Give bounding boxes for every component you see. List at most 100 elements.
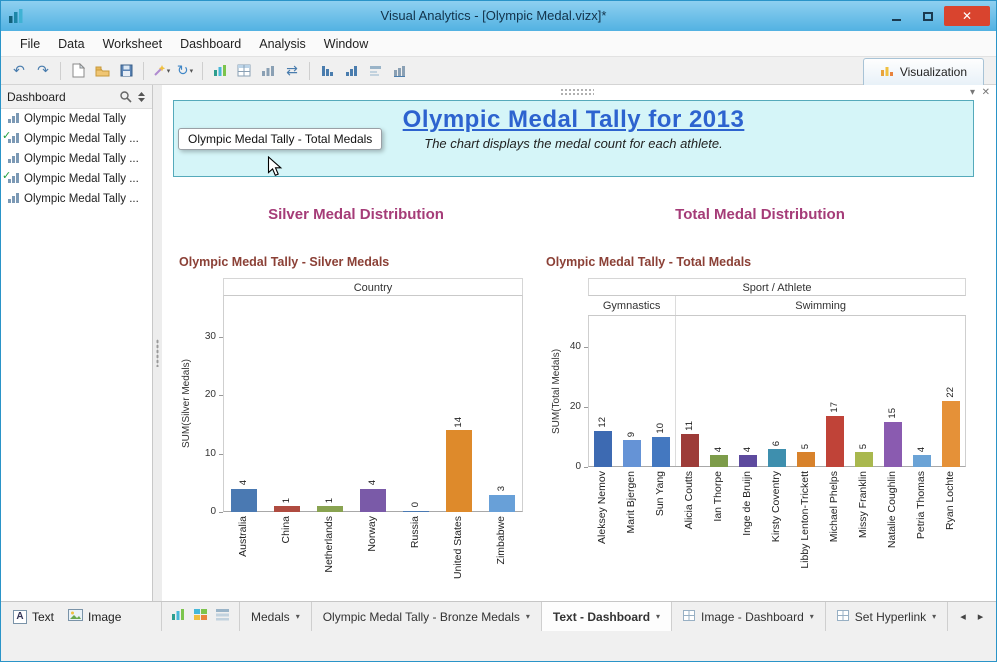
sidebar-item[interactable]: ✓ Olympic Medal Tally ...: [1, 129, 152, 149]
sidebar-item[interactable]: Olympic Medal Tally: [1, 109, 152, 129]
tab-text-dashboard[interactable]: Text - Dashboard ▾: [541, 602, 673, 631]
bar-ryan-lochte[interactable]: [942, 401, 961, 467]
bar-inge-de-bruijn[interactable]: [738, 455, 757, 467]
tab-caret-icon[interactable]: ▾: [656, 612, 660, 621]
menu-analysis[interactable]: Analysis: [250, 33, 315, 55]
bar-united-states[interactable]: [445, 430, 472, 512]
value-label: 5: [800, 443, 812, 449]
new-dashboard-icon[interactable]: [193, 608, 208, 626]
bar-china[interactable]: [274, 506, 301, 512]
totals-icon[interactable]: [388, 60, 410, 82]
visualization-label: Visualization: [899, 65, 967, 79]
sort-ascending-icon[interactable]: [340, 60, 362, 82]
tab-caret-icon[interactable]: ▾: [296, 612, 300, 621]
silver-medals-chart[interactable]: Country 0 10 20 30 SUM(Silver Medals) 4 Austral…: [176, 278, 525, 590]
toolbar-separator: [202, 61, 203, 80]
bar-libby-lenton-trickett[interactable]: [797, 452, 816, 467]
tab-next-icon[interactable]: ▸: [978, 610, 984, 623]
value-label: 4: [741, 446, 753, 452]
bar-michael-phelps[interactable]: [826, 416, 845, 467]
y-axis-label: SUM(Silver Medals): [181, 359, 192, 449]
titlebar[interactable]: Visual Analytics - [Olympic Medal.vizx]*…: [1, 1, 996, 31]
sidebar-item[interactable]: Olympic Medal Tally ...: [1, 149, 152, 169]
tab-image-dashboard[interactable]: Image - Dashboard ▾: [672, 602, 826, 631]
dashboard-grid-icon: [683, 609, 696, 624]
y-tick-label: 0: [210, 506, 216, 517]
bar-petria-thomas[interactable]: [913, 455, 932, 467]
panel-close-icon[interactable]: ✕: [982, 87, 990, 99]
tab-bronze-medals[interactable]: Olympic Medal Tally - Bronze Medals ▾: [312, 602, 542, 631]
tab-caret-icon[interactable]: ▾: [810, 612, 814, 621]
close-button[interactable]: ✕: [944, 6, 990, 26]
format-wand-icon[interactable]: ▾: [150, 60, 172, 82]
search-icon[interactable]: [119, 90, 132, 103]
labels-icon[interactable]: [364, 60, 386, 82]
menu-data[interactable]: Data: [49, 33, 93, 55]
minimize-button[interactable]: [882, 6, 911, 26]
tab-navigation: ◂ ▸: [948, 602, 995, 631]
add-crosstab-icon[interactable]: [233, 60, 255, 82]
maximize-button[interactable]: [913, 6, 942, 26]
panel-chevron-down-icon[interactable]: ▾: [970, 87, 975, 99]
bar-kirsty-coventry[interactable]: [768, 449, 786, 467]
save-icon[interactable]: [115, 60, 137, 82]
bar-australia[interactable]: [231, 488, 258, 512]
bar-russia[interactable]: [402, 510, 429, 512]
sidebar-splitter[interactable]: [153, 85, 162, 601]
category-label: Michael Phelps: [828, 471, 841, 543]
bar-zimbabwe[interactable]: [488, 494, 515, 512]
new-report-icon[interactable]: [215, 608, 230, 626]
total-medals-chart[interactable]: Sport / Athlete Gymnastics Swimming 0 20 40 SU…: [546, 278, 969, 590]
splitter-grip-icon[interactable]: [156, 339, 159, 367]
worksheet-icon: [7, 111, 20, 127]
visualization-tab[interactable]: Visualization: [862, 58, 984, 85]
image-object-button[interactable]: Image: [68, 609, 121, 624]
value-label: 14: [452, 416, 464, 428]
bar-norway[interactable]: [360, 488, 386, 512]
menu-dashboard[interactable]: Dashboard: [171, 33, 250, 55]
swap-axes-icon[interactable]: ⇄: [281, 60, 303, 82]
menu-file[interactable]: File: [11, 33, 49, 55]
sidebar-item[interactable]: Olympic Medal Tally ...: [1, 189, 152, 209]
bar-missy-franklin[interactable]: [855, 452, 874, 467]
new-worksheet-icon[interactable]: [171, 608, 186, 626]
new-file-icon[interactable]: [67, 60, 89, 82]
sort-descending-icon[interactable]: [316, 60, 338, 82]
bar-ian-thorpe[interactable]: [709, 455, 728, 467]
dropdown-caret-icon: ▾: [166, 67, 171, 75]
category-label: Ian Thorpe: [711, 471, 724, 522]
tab-prev-icon[interactable]: ◂: [960, 610, 966, 623]
sidebar-item[interactable]: ✓ Olympic Medal Tally ...: [1, 169, 152, 189]
sort-toggle-icon[interactable]: [137, 91, 146, 103]
bar-alicia-coutts[interactable]: [680, 434, 699, 467]
menu-window[interactable]: Window: [315, 33, 377, 55]
dashboard-grid-icon: [836, 609, 849, 624]
category-label: Petria Thomas: [915, 471, 928, 540]
undo-icon[interactable]: ↶: [8, 60, 30, 82]
y-tick-label: 10: [204, 447, 216, 459]
bar-sun-yang[interactable]: [651, 437, 670, 467]
menu-worksheet[interactable]: Worksheet: [94, 33, 172, 55]
value-label: 9: [625, 431, 637, 437]
toolbar-separator: [309, 61, 310, 80]
add-report-icon[interactable]: [257, 60, 279, 82]
add-chart-icon[interactable]: [209, 60, 231, 82]
bar-aleksey-nemov[interactable]: [593, 431, 612, 467]
bar-netherlands[interactable]: [317, 506, 344, 512]
bar-marit-bjergen[interactable]: [622, 440, 641, 467]
bar-natalie-coughlin[interactable]: [884, 422, 903, 467]
export-icon[interactable]: [91, 60, 113, 82]
sidebar-item-label: Olympic Medal Tally: [24, 113, 127, 125]
sheet-tabs: Medals ▾ Olympic Medal Tally - Bronze Me…: [239, 602, 949, 631]
panel-drag-grip-icon[interactable]: [560, 88, 594, 96]
total-section-heading: Total Medal Distribution: [675, 206, 845, 223]
tab-caret-icon[interactable]: ▾: [526, 612, 530, 621]
refresh-icon[interactable]: ↻ ▾: [174, 60, 196, 82]
tab-set-hyperlink[interactable]: Set Hyperlink ▾: [826, 602, 949, 631]
tab-medals[interactable]: Medals ▾: [240, 602, 312, 631]
toolbar-separator: [143, 61, 144, 80]
redo-icon[interactable]: ↷: [32, 60, 54, 82]
tab-caret-icon[interactable]: ▾: [932, 612, 936, 621]
text-object-button[interactable]: A Text: [13, 609, 54, 624]
value-label: 6: [771, 440, 782, 446]
